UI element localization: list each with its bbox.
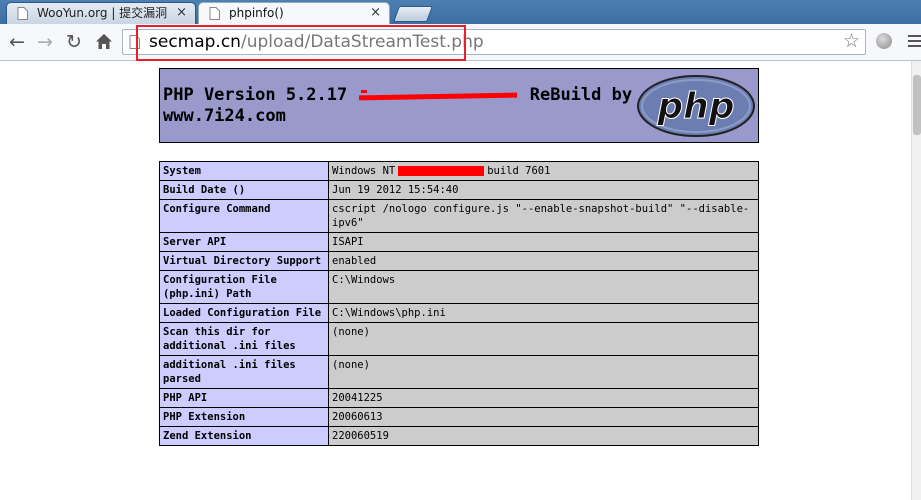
- row-value: C:\Windows: [328, 270, 759, 304]
- row-value: ISAPI: [328, 232, 759, 252]
- close-icon[interactable]: ×: [176, 3, 187, 23]
- page-icon: [17, 7, 28, 20]
- row-label: Scan this dir for additional .ini files: [159, 322, 329, 356]
- row-value: cscript /nologo configure.js "--enable-s…: [328, 199, 759, 233]
- table-row: Scan this dir for additional .ini files …: [159, 322, 759, 356]
- table-row: PHP API 20041225: [159, 388, 759, 408]
- tab-title: phpinfo(): [229, 6, 284, 20]
- tab-wooyun[interactable]: WooYun.org | 提交漏洞 ×: [6, 2, 196, 24]
- row-label: Configuration File (php.ini) Path: [159, 270, 329, 304]
- php-info-table: System Windows NT build 7601 Build Date (…: [159, 161, 759, 446]
- forward-icon[interactable]: →: [37, 31, 53, 53]
- vertical-scrollbar[interactable]: [911, 61, 921, 500]
- table-row: PHP Extension 20060613: [159, 407, 759, 427]
- table-row: Server API ISAPI: [159, 232, 759, 252]
- row-label: PHP Extension: [159, 407, 329, 427]
- row-label: PHP API: [159, 388, 329, 408]
- annotation-highlight-box: [136, 25, 466, 61]
- globe-icon[interactable]: [876, 33, 892, 49]
- table-row: Zend Extension 220060519: [159, 426, 759, 446]
- reload-icon[interactable]: ↻: [66, 31, 82, 53]
- rebuild-site: www.7i24.com: [163, 106, 286, 126]
- page-icon: [209, 7, 220, 20]
- table-row: Configuration File (php.ini) Path C:\Win…: [159, 270, 759, 304]
- redacted-text: [357, 88, 519, 102]
- row-value: 20060613: [328, 407, 759, 427]
- row-value: enabled: [328, 251, 759, 271]
- row-label: Configure Command: [159, 199, 329, 233]
- row-label: additional .ini files parsed: [159, 355, 329, 389]
- table-row: Virtual Directory Support enabled: [159, 251, 759, 271]
- row-label: Zend Extension: [159, 426, 329, 446]
- tab-strip: WooYun.org | 提交漏洞 × phpinfo() ×: [0, 0, 921, 24]
- table-row: Loaded Configuration File C:\Windows\php…: [159, 303, 759, 323]
- row-label: Loaded Configuration File: [159, 303, 329, 323]
- table-row: Configure Command cscript /nologo config…: [159, 199, 759, 233]
- row-label: Build Date (): [159, 180, 329, 200]
- row-label: System: [159, 161, 329, 181]
- row-value: Windows NT build 7601: [328, 161, 759, 181]
- php-version: PHP Version 5.2.17: [163, 85, 348, 105]
- table-row: additional .ini files parsed (none): [159, 355, 759, 389]
- php-version-title: PHP Version 5.2.17 ReBuild by www.7i24.c…: [163, 85, 643, 127]
- menu-icon[interactable]: [908, 35, 921, 50]
- rebuild-label: ReBuild by: [529, 85, 633, 105]
- php-logo: php: [637, 75, 755, 137]
- redacted-text: [398, 166, 485, 176]
- row-label: Virtual Directory Support: [159, 251, 329, 271]
- scrollbar-thumb[interactable]: [913, 75, 921, 135]
- tab-title: WooYun.org | 提交漏洞: [37, 6, 168, 20]
- table-row: System Windows NT build 7601: [159, 161, 759, 181]
- row-value: C:\Windows\php.ini: [328, 303, 759, 323]
- row-value: (none): [328, 355, 759, 389]
- php-header: PHP Version 5.2.17 ReBuild by www.7i24.c…: [159, 68, 759, 143]
- tab-phpinfo[interactable]: phpinfo() ×: [198, 2, 390, 24]
- row-label: Server API: [159, 232, 329, 252]
- star-icon[interactable]: ☆: [843, 30, 860, 52]
- row-value: Jun 19 2012 15:54:40: [328, 180, 759, 200]
- row-value: 220060519: [328, 426, 759, 446]
- php-logo-text: php: [656, 86, 734, 127]
- table-row: Build Date () Jun 19 2012 15:54:40: [159, 180, 759, 200]
- home-icon[interactable]: [95, 33, 113, 50]
- new-tab-button[interactable]: [393, 6, 433, 22]
- close-icon[interactable]: ×: [370, 3, 381, 23]
- row-value: (none): [328, 322, 759, 356]
- back-icon[interactable]: ←: [9, 31, 25, 53]
- row-value: 20041225: [328, 388, 759, 408]
